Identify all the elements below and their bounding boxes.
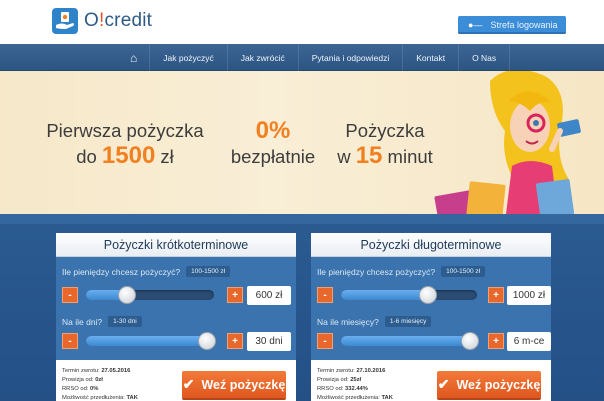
range-badge: 100-1500 zł — [441, 266, 486, 277]
amount-slider[interactable] — [341, 286, 477, 304]
nav-item-about[interactable]: O Nas — [459, 44, 511, 71]
loan-summary: Termin zwrotu: 27.10.2016 Prowizja od: 2… — [311, 360, 551, 401]
range-badge: 1-6 miesięcy — [384, 316, 432, 327]
amount-minus-button[interactable]: - — [317, 287, 333, 303]
nav-item-contact[interactable]: Kontakt — [403, 44, 460, 71]
slider-handle[interactable] — [419, 286, 438, 304]
amount-plus-button[interactable]: + — [227, 287, 243, 303]
slider-handle[interactable] — [461, 332, 479, 350]
return-date: Termin zwrotu: 27.05.2016 — [62, 368, 131, 374]
section-divider — [0, 214, 604, 224]
months-minus-button[interactable]: - — [317, 333, 333, 349]
checkmark-icon: ✔ — [182, 376, 195, 392]
panel-title: Pożyczki długoterminowe — [311, 233, 551, 257]
amount-slider[interactable] — [86, 286, 214, 304]
brand-logo[interactable]: O!credit — [52, 8, 152, 34]
summary-lines: Termin zwrotu: 27.10.2016 Prowizja od: 2… — [317, 367, 393, 401]
return-date: Termin zwrotu: 27.10.2016 — [317, 368, 386, 374]
site-header: O!credit ●— Strefa logowania — [0, 0, 604, 44]
days-value: 30 dni — [247, 332, 291, 351]
fee: Prowizja od: 0zł — [62, 377, 103, 383]
amount-question: Ile pieniędzy chcesz pożyczyć? 100-1500 … — [317, 266, 486, 277]
months-value: 6 m-ce — [507, 332, 551, 351]
banner-fast: Pożyczka w 15 minut — [337, 120, 433, 169]
extension: Możliwość przedłużenia: TAK — [62, 395, 138, 401]
rrso: RRSO od: 332.44% — [317, 386, 368, 392]
slider-handle[interactable] — [198, 332, 216, 350]
question-label: Na ile dni? — [62, 316, 103, 327]
banner-first-loan: Pierwsza pożyczka do 1500 zł — [46, 120, 204, 169]
home-icon: ⌂ — [130, 50, 138, 65]
amount-question: Ile pieniędzy chcesz pożyczyć? 100-1500 … — [62, 266, 231, 277]
slider-fill — [341, 290, 429, 300]
slider-handle[interactable] — [117, 286, 136, 304]
short-loan-panel: Pożyczki krótkoterminowe Ile pieniędzy c… — [56, 233, 296, 401]
amount-plus-button[interactable]: + — [488, 287, 504, 303]
nav-item-faq[interactable]: Pytania i odpowiedzi — [299, 44, 404, 71]
main-nav: ⌂ Jak pożyczyć Jak zwrócić Pytania i odp… — [0, 44, 604, 71]
months-question: Na ile miesięcy? 1-6 miesięcy — [317, 316, 432, 327]
nav-item-how-to-borrow[interactable]: Jak pożyczyć — [150, 44, 228, 71]
take-loan-button[interactable]: ✔ Weź pożyczkę — [437, 371, 541, 398]
banner-free: 0% bezpłatnie — [230, 117, 316, 168]
hero-banner: Pierwsza pożyczka do 1500 zł 0% bezpłatn… — [0, 71, 604, 214]
range-badge: 1-30 dni — [108, 316, 142, 327]
shopping-bag-yellow — [466, 181, 506, 214]
key-icon: ●— — [468, 20, 483, 30]
brand-name: O!credit — [84, 10, 153, 31]
nav-home[interactable]: ⌂ — [118, 44, 151, 71]
question-label: Na ile miesięcy? — [317, 316, 379, 327]
long-loan-panel: Pożyczki długoterminowe Ile pieniędzy ch… — [311, 233, 551, 401]
checkmark-icon: ✔ — [437, 376, 450, 392]
question-label: Ile pieniędzy chcesz pożyczyć? — [317, 266, 436, 277]
login-button[interactable]: ●— Strefa logowania — [458, 16, 566, 34]
range-badge: 100-1500 zł — [186, 266, 231, 277]
fee: Prowizja od: 25zł — [317, 377, 362, 383]
days-question: Na ile dni? 1-30 dni — [62, 316, 142, 327]
rrso: RRSO od: 0% — [62, 386, 99, 392]
take-loan-button[interactable]: ✔ Weź pożyczkę — [182, 371, 286, 398]
days-minus-button[interactable]: - — [62, 333, 78, 349]
summary-lines: Termin zwrotu: 27.05.2016 Prowizja od: 0… — [62, 367, 138, 401]
amount-value: 600 zł — [247, 286, 291, 305]
months-plus-button[interactable]: + — [488, 333, 504, 349]
days-slider[interactable] — [86, 332, 216, 350]
cta-label: Weź pożyczkę — [456, 377, 541, 392]
slider-fill — [86, 336, 214, 346]
months-slider[interactable] — [341, 332, 479, 350]
question-label: Ile pieniędzy chcesz pożyczyć? — [62, 266, 181, 277]
slider-fill — [341, 336, 477, 346]
shopping-bag-blue — [535, 178, 575, 214]
days-plus-button[interactable]: + — [227, 333, 243, 349]
amount-minus-button[interactable]: - — [62, 287, 78, 303]
cta-label: Weź pożyczkę — [201, 377, 286, 392]
panel-title: Pożyczki krótkoterminowe — [56, 233, 296, 257]
amount-value: 1000 zł — [507, 286, 551, 305]
loan-summary: Termin zwrotu: 27.05.2016 Prowizja od: 0… — [56, 360, 296, 401]
extension: Możliwość przedłużenia: TAK — [317, 395, 393, 401]
nav-item-how-to-repay[interactable]: Jak zwrócić — [228, 44, 299, 71]
login-label: Strefa logowania — [490, 20, 558, 30]
logo-icon — [52, 8, 78, 34]
